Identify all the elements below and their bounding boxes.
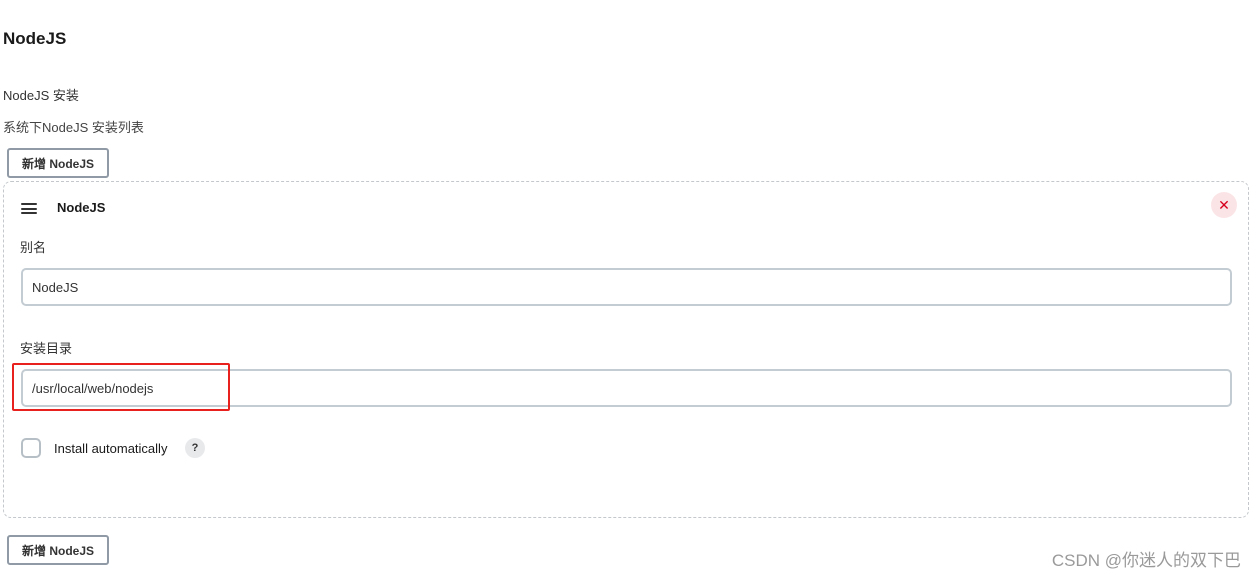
nodejs-config-page: NodeJS NodeJS 安装 系统下NodeJS 安装列表 新增 NodeJ… [0, 0, 1255, 578]
alias-label: 别名 [20, 240, 47, 255]
help-button[interactable]: ? [185, 438, 205, 458]
help-icon: ? [191, 442, 199, 454]
install-dir-input[interactable] [21, 369, 1232, 407]
drag-handle-icon[interactable] [21, 203, 37, 214]
section-label: NodeJS 安装 [3, 88, 79, 103]
install-automatically-label[interactable]: Install automatically [54, 441, 167, 456]
delete-installation-button[interactable]: ✕ [1211, 192, 1237, 218]
alias-input[interactable] [21, 268, 1232, 306]
add-nodejs-button-bottom[interactable]: 新增 NodeJS [7, 535, 109, 565]
add-nodejs-button-top[interactable]: 新增 NodeJS [7, 148, 109, 178]
watermark: CSDN @你迷人的双下巴 [1051, 551, 1241, 570]
install-automatically-checkbox[interactable] [21, 438, 41, 458]
section-description: 系统下NodeJS 安装列表 [3, 120, 144, 135]
close-icon: ✕ [1218, 196, 1230, 213]
installation-title: NodeJS [57, 200, 106, 215]
section-title: NodeJS [3, 29, 67, 48]
install-dir-label: 安装目录 [20, 341, 73, 356]
nodejs-installation-card: NodeJS ✕ 别名 安装目录 Install automatically ? [3, 181, 1249, 518]
